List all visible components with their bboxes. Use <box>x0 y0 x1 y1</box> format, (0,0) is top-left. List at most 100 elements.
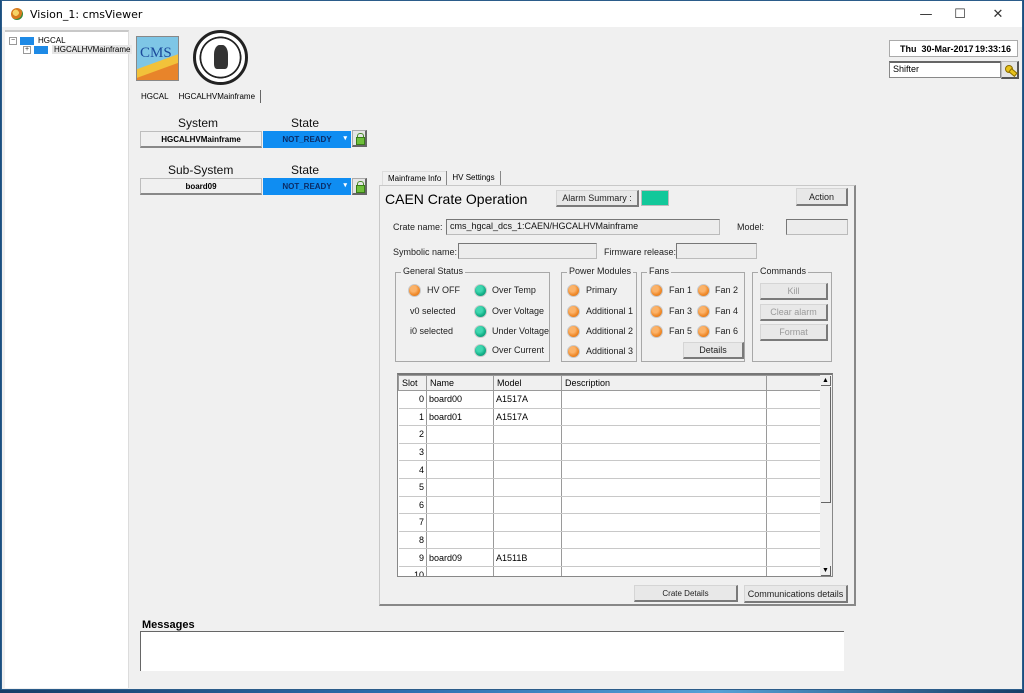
alarm-summary-button[interactable]: Alarm Summary : <box>556 190 639 207</box>
scroll-thumb[interactable] <box>821 387 831 503</box>
fan-1-label: Fan 1 <box>669 285 693 295</box>
table-row[interactable]: 1 board01 A1517A <box>398 408 823 427</box>
fan-details-button[interactable]: Details <box>683 342 744 359</box>
system-lock-button[interactable] <box>352 130 367 147</box>
tree-item-hgcalhvmainframe[interactable]: + HGCALHVMainframe <box>23 44 133 55</box>
scroll-down-icon[interactable]: ▼ <box>821 566 831 576</box>
table-row[interactable]: 7 <box>398 513 823 532</box>
system-field[interactable]: HGCALHVMainframe <box>140 131 262 148</box>
table-row[interactable]: 3 <box>398 443 823 462</box>
dropdown-arrow-icon: ▾ <box>343 182 347 189</box>
messages-label: Messages <box>142 619 195 631</box>
table-row[interactable]: 2 <box>398 425 823 444</box>
symbolic-name-label: Symbolic name: <box>393 247 458 257</box>
slot-cell: 5 <box>398 478 427 497</box>
expand-icon[interactable]: + <box>23 45 31 54</box>
maximize-button[interactable]: ☐ <box>944 1 976 27</box>
close-button[interactable]: ✕ <box>982 1 1014 27</box>
table-scrollbar[interactable]: ▲ ▼ <box>820 375 832 576</box>
subsystem-state-value: NOT_READY <box>282 182 332 191</box>
fan-3-led-icon <box>650 305 663 318</box>
model-cell <box>493 513 562 532</box>
table-row[interactable]: 5 <box>398 478 823 497</box>
name-cell <box>426 566 494 576</box>
name-cell <box>426 478 494 497</box>
column-header-extra <box>766 375 823 391</box>
symbolic-name-field[interactable] <box>458 243 597 259</box>
name-cell <box>426 443 494 462</box>
table-row[interactable]: 8 <box>398 531 823 550</box>
table-row[interactable]: 9 board09 A1511B <box>398 548 823 567</box>
table-row[interactable]: 6 <box>398 496 823 515</box>
description-cell <box>561 496 767 515</box>
breadcrumb-hgcalhvmainframe[interactable]: HGCALHVMainframe <box>174 90 262 103</box>
slot-cell: 8 <box>398 531 427 550</box>
column-header-description[interactable]: Description <box>561 375 767 391</box>
i0-selected-label: i0 selected <box>410 326 454 336</box>
messages-area[interactable] <box>140 631 844 671</box>
additional-2-led-icon <box>567 325 580 338</box>
model-field[interactable] <box>786 219 848 235</box>
fan-6-label: Fan 6 <box>715 326 739 336</box>
login-button[interactable] <box>1001 61 1019 79</box>
subsystem-lock-button[interactable] <box>352 178 367 195</box>
system-tree[interactable]: − HGCAL + HGCALHVMainframe <box>5 30 133 688</box>
dropdown-arrow-icon: ▾ <box>343 135 347 142</box>
user-role-field[interactable]: Shifter <box>889 61 1001 78</box>
crate-name-label: Crate name: <box>393 222 443 232</box>
table-row[interactable]: 10 <box>398 566 823 576</box>
action-button[interactable]: Action <box>796 188 848 206</box>
cms-logo-text: CMS <box>140 45 172 61</box>
tree-item-label: HGCALHVMainframe <box>52 45 133 54</box>
table-row[interactable]: 4 <box>398 460 823 479</box>
breadcrumb-hgcal[interactable]: HGCAL <box>136 90 174 103</box>
table-header-row: Slot Name Model Description <box>398 375 823 391</box>
system-state-dropdown[interactable]: NOT_READY ▾ <box>263 131 351 148</box>
commands-title: Commands <box>758 266 809 276</box>
slot-cell: 2 <box>398 425 427 444</box>
firmware-release-field[interactable] <box>676 243 757 259</box>
slots-table[interactable]: Slot Name Model Description 0 board00 A151… <box>397 373 833 577</box>
clear-alarm-button[interactable]: Clear alarm <box>760 304 828 321</box>
system-state-value: NOT_READY <box>282 135 332 144</box>
fan-5-led-icon <box>650 325 663 338</box>
table-row[interactable]: 0 board00 A1517A <box>398 390 823 409</box>
subsystem-state-dropdown[interactable]: NOT_READY ▾ <box>263 178 351 195</box>
column-header-model[interactable]: Model <box>493 375 562 391</box>
description-cell <box>561 478 767 497</box>
column-header-name[interactable]: Name <box>426 375 494 391</box>
name-cell <box>426 531 494 550</box>
crate-name-field[interactable]: cms_hgcal_dcs_1:CAEN/HGCALHVMainframe <box>446 219 720 235</box>
tab-hv-settings[interactable]: HV Settings <box>446 171 501 185</box>
state-label: State <box>291 116 320 130</box>
subsystem-field[interactable]: board09 <box>140 178 262 195</box>
slot-cell: 9 <box>398 548 427 567</box>
fan-2-label: Fan 2 <box>715 285 739 295</box>
fan-3-label: Fan 3 <box>669 306 693 316</box>
additional-1-led-icon <box>567 305 580 318</box>
description-cell <box>561 408 767 427</box>
crate-details-button[interactable]: Crate Details <box>634 585 738 602</box>
hv-off-label: HV OFF <box>427 285 460 295</box>
description-cell <box>561 443 767 462</box>
fan-4-label: Fan 4 <box>715 306 739 316</box>
commands-group: Commands Kill Clear alarm Format <box>752 266 832 362</box>
tab-mainframe-info[interactable]: Mainframe Info <box>382 171 447 185</box>
extra-cell <box>766 548 823 567</box>
collapse-icon[interactable]: − <box>9 36 17 45</box>
over-current-label: Over Current <box>492 345 545 355</box>
node-icon <box>34 45 48 54</box>
format-button[interactable]: Format <box>760 324 828 341</box>
under-voltage-label: Under Voltage <box>492 326 550 336</box>
kill-button[interactable]: Kill <box>760 283 828 300</box>
title-bar: Vision_1: cmsViewer — ☐ ✕ <box>2 1 1022 27</box>
column-header-slot[interactable]: Slot <box>398 375 427 391</box>
over-voltage-label: Over Voltage <box>492 306 545 316</box>
scroll-up-icon[interactable]: ▲ <box>821 376 831 386</box>
name-cell: board01 <box>426 408 494 427</box>
model-cell <box>493 443 562 462</box>
university-seal-logo <box>193 30 248 85</box>
slot-cell: 10 <box>398 566 427 576</box>
communications-details-button[interactable]: Communications details <box>744 585 848 603</box>
minimize-button[interactable]: — <box>910 1 942 27</box>
